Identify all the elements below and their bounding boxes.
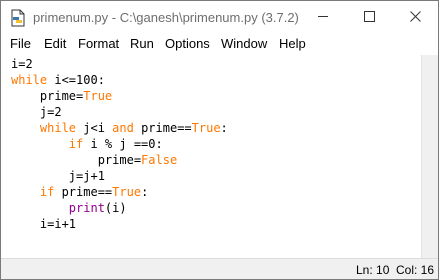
code-token: j<i [76,121,113,135]
maximize-icon [363,9,375,27]
code-token: i % j ==0: [83,137,163,151]
code-line: if i % j ==0: [11,137,163,151]
menu-options[interactable]: Options [165,36,210,51]
code-token: (i) [104,201,127,215]
code-line: j=j+1 [11,169,105,183]
code-token: prime== [54,185,113,199]
code-token: i=i+1 [11,217,77,231]
python-file-icon [10,9,26,27]
vertical-scrollbar[interactable] [421,55,438,259]
menu-help[interactable]: Help [279,36,306,51]
code-token: prime= [11,153,142,167]
close-button[interactable] [392,1,438,34]
code-line: while i<=100: [11,73,105,87]
keyword-token: while [11,73,48,87]
status-line-number: Ln: 10 [356,263,390,277]
minimize-icon [317,9,329,27]
code-token: : [220,121,228,135]
menu-edit[interactable]: Edit [44,36,66,51]
code-line: j=2 [11,105,62,119]
code-line: prime=True [11,89,112,103]
code-line: i=2 [11,57,33,71]
code-token: : [141,185,149,199]
code-token: j=2 [11,105,62,119]
keyword-token: and [112,121,134,135]
menu-bar: File Edit Format Run Options Window Help [1,34,438,54]
code-token: prime== [133,121,192,135]
maximize-button[interactable] [346,1,392,34]
status-column-number: Col: 16 [396,263,435,277]
menu-window[interactable]: Window [221,36,267,51]
keyword-token: True [83,89,113,103]
code-line: prime=False [11,153,177,167]
title-bar[interactable]: primenum.py - C:\ganesh\primenum.py (3.7… [1,1,438,34]
code-token: j=j+1 [11,169,105,183]
builtin-token: print [68,201,105,215]
keyword-token: True [191,121,221,135]
menu-format[interactable]: Format [78,36,119,51]
code-editor[interactable]: i=2 while i<=100: prime=True j=2 while j… [1,55,421,259]
code-text[interactable]: i=2 while i<=100: prime=True j=2 while j… [11,56,228,232]
code-line: print(i) [11,201,127,215]
menu-run[interactable]: Run [130,36,154,51]
status-bar: Ln: 10 Col: 16 [1,258,438,279]
code-token: i=2 [11,57,33,71]
window-title: primenum.py - C:\ganesh\primenum.py (3.7… [33,10,299,25]
code-line: i=i+1 [11,217,76,231]
menu-file[interactable]: File [10,36,31,51]
close-icon [409,9,421,27]
minimize-button[interactable] [300,1,346,34]
keyword-token: if [39,185,55,199]
code-token: i<=100: [47,73,105,87]
code-token: prime= [11,89,84,103]
idle-editor-window: primenum.py - C:\ganesh\primenum.py (3.7… [0,0,439,280]
code-line: if prime==True: [11,185,148,199]
code-line: while j<i and prime==True: [11,121,228,135]
keyword-token: if [68,137,84,151]
keyword-token: True [112,185,142,199]
keyword-token: False [141,153,178,167]
keyword-token: while [39,121,77,135]
